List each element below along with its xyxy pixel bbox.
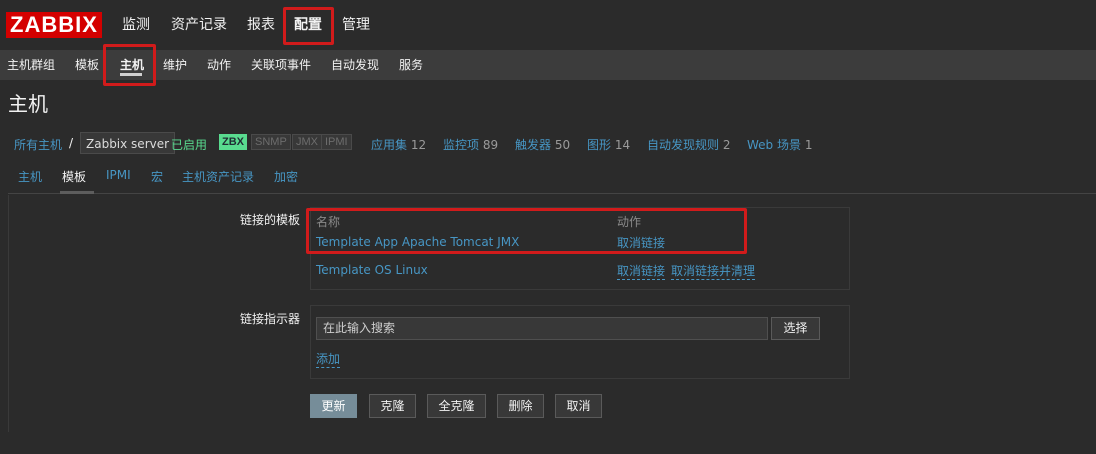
host-breadcrumb: 所有主机 / Zabbix server 已启用 ZBX SNMP JMX IP… <box>8 128 1096 158</box>
host-tabs: 主机 模板 IPMI 宏 主机资产记录 加密 <box>8 160 1096 194</box>
tab-ipmi[interactable]: IPMI <box>106 168 131 182</box>
tab-macros[interactable]: 宏 <box>151 168 163 185</box>
nav-reports[interactable]: 报表 <box>247 0 275 50</box>
subnav-services[interactable]: 服务 <box>399 50 423 80</box>
items-link[interactable]: 监控项 89 <box>443 136 498 153</box>
all-hosts-link[interactable]: 所有主机 <box>14 136 62 153</box>
graphs-link[interactable]: 图形 14 <box>587 136 630 153</box>
triggers-link[interactable]: 触发器 50 <box>515 136 570 153</box>
applications-link[interactable]: 应用集 12 <box>371 136 426 153</box>
select-button[interactable]: 选择 <box>771 317 820 340</box>
status-enabled[interactable]: 已启用 <box>171 136 207 153</box>
unlink-clear-linux-button[interactable]: 取消链接并清理 <box>671 263 756 280</box>
nav-monitoring[interactable]: 监测 <box>122 0 150 50</box>
full-clone-button[interactable]: 全克隆 <box>427 394 486 418</box>
tab-host[interactable]: 主机 <box>18 168 42 185</box>
subnav-maintenance[interactable]: 维护 <box>163 50 187 80</box>
link-indicator-label: 链接指示器 <box>239 312 300 326</box>
footer <box>0 432 1096 454</box>
add-link[interactable]: 添加 <box>316 351 341 368</box>
unlink-linux-button[interactable]: 取消链接 <box>617 263 666 280</box>
highlight-configuration <box>283 7 334 45</box>
tab-active-underline <box>60 191 94 194</box>
cancel-button[interactable]: 取消 <box>555 394 602 418</box>
web-scenarios-link[interactable]: Web 场景 1 <box>747 136 812 153</box>
tab-templates[interactable]: 模板 <box>62 168 86 185</box>
update-button[interactable]: 更新 <box>310 394 357 418</box>
page-title: 主机 <box>8 92 48 116</box>
delete-button[interactable]: 删除 <box>497 394 544 418</box>
highlight-tomcat-row <box>306 208 747 254</box>
subnav-correlation[interactable]: 关联项事件 <box>251 50 311 80</box>
subnav-discovery[interactable]: 自动发现 <box>331 50 379 80</box>
top-header: ZABBIX 监测 资产记录 报表 配置 管理 <box>0 0 1096 50</box>
template-linux-link[interactable]: Template OS Linux <box>316 263 428 277</box>
discovery-rules-link[interactable]: 自动发现规则 2 <box>647 136 730 153</box>
breadcrumb-separator: / <box>69 136 74 150</box>
sub-navigation: 主机群组 模板 主机 维护 动作 关联项事件 自动发现 服务 <box>0 50 1096 80</box>
current-host[interactable]: Zabbix server <box>80 132 176 154</box>
tab-inventory[interactable]: 主机资产记录 <box>182 168 254 185</box>
highlight-hosts <box>103 44 156 86</box>
subnav-templates[interactable]: 模板 <box>75 50 99 80</box>
zabbix-logo[interactable]: ZABBIX <box>6 12 102 38</box>
nav-administration[interactable]: 管理 <box>342 0 370 50</box>
clone-button[interactable]: 克隆 <box>369 394 416 418</box>
subnav-host-groups[interactable]: 主机群组 <box>7 50 55 80</box>
template-search-input[interactable]: 在此输入搜索 <box>316 317 768 340</box>
nav-inventory[interactable]: 资产记录 <box>171 0 227 50</box>
tab-encryption[interactable]: 加密 <box>274 168 298 185</box>
zbx-badge: ZBX <box>219 134 247 150</box>
ipmi-badge: IPMI <box>321 134 352 150</box>
linked-templates-label: 链接的模板 <box>239 213 300 227</box>
snmp-badge: SNMP <box>251 134 291 150</box>
jmx-badge: JMX <box>292 134 322 150</box>
subnav-actions[interactable]: 动作 <box>207 50 231 80</box>
